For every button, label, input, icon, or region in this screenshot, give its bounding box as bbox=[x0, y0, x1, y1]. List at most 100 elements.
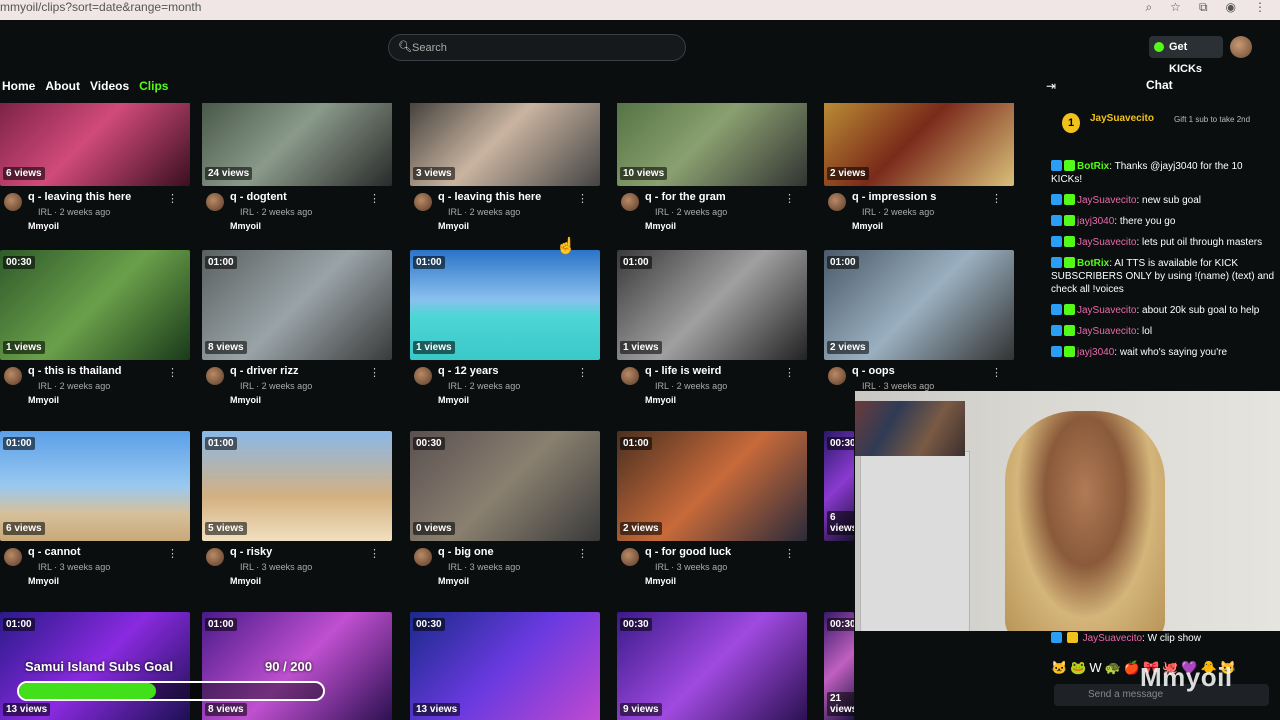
avatar[interactable] bbox=[828, 193, 846, 211]
clip-thumbnail[interactable]: 01:00 5 views bbox=[202, 431, 392, 541]
clip-title[interactable]: q - cannot bbox=[28, 546, 81, 558]
chat-username[interactable]: jayj3040 bbox=[1077, 347, 1114, 358]
clip-card[interactable]: 6 views q - leaving this here IRL · 2 week… bbox=[0, 103, 190, 236]
clip-author[interactable]: Mmyoil bbox=[438, 221, 469, 231]
avatar[interactable] bbox=[206, 367, 224, 385]
clip-thumbnail[interactable]: 01:00 2 views bbox=[824, 250, 1014, 360]
clip-card[interactable]: 01:00 1 views q - 12 years IRL · 2 weeks ag… bbox=[410, 250, 600, 410]
more-options-icon[interactable]: ⋮ bbox=[167, 192, 178, 205]
clip-card[interactable]: 3 views q - leaving this here IRL · 2 week… bbox=[410, 103, 600, 236]
more-options-icon[interactable]: ⋮ bbox=[369, 547, 380, 560]
clip-author[interactable]: Mmyoil bbox=[230, 395, 261, 405]
chat-username[interactable]: jayj3040 bbox=[1077, 216, 1114, 227]
avatar[interactable] bbox=[621, 548, 639, 566]
collapse-chat-icon[interactable]: ⇥ bbox=[1046, 79, 1056, 93]
clip-title[interactable]: q - for good luck bbox=[645, 546, 731, 558]
clip-thumbnail[interactable]: 24 views bbox=[202, 103, 392, 186]
avatar[interactable] bbox=[206, 193, 224, 211]
clip-card[interactable]: 00:30 13 views bbox=[410, 612, 600, 720]
clip-thumbnail[interactable]: 2 views bbox=[824, 103, 1014, 186]
gift-sub-text[interactable]: Gift 1 sub to take 2nd bbox=[1174, 115, 1254, 125]
clip-author[interactable]: Mmyoil bbox=[28, 221, 59, 231]
clip-card[interactable]: 01:00 2 views q - oops IRL · 3 weeks ago ⋮ bbox=[824, 250, 1014, 410]
clip-author[interactable]: Mmyoil bbox=[230, 221, 261, 231]
clip-thumbnail[interactable]: 00:30 6 views bbox=[824, 431, 854, 541]
avatar[interactable] bbox=[4, 367, 22, 385]
more-options-icon[interactable]: ⋮ bbox=[167, 366, 178, 379]
more-options-icon[interactable]: ⋮ bbox=[784, 366, 795, 379]
clip-card[interactable]: 00:30 21 views bbox=[824, 612, 854, 720]
clip-author[interactable]: Mmyoil bbox=[645, 395, 676, 405]
clip-card[interactable]: 01:00 6 views q - cannot IRL · 3 weeks ago M… bbox=[0, 431, 190, 591]
more-options-icon[interactable]: ⋮ bbox=[577, 192, 588, 205]
clip-title[interactable]: q - big one bbox=[438, 546, 494, 558]
clip-thumbnail[interactable]: 00:30 1 views bbox=[0, 250, 190, 360]
clip-thumbnail[interactable]: 00:30 13 views bbox=[410, 612, 600, 720]
more-options-icon[interactable]: ⋮ bbox=[167, 547, 178, 560]
avatar[interactable] bbox=[414, 193, 432, 211]
chat-username[interactable]: BotRix bbox=[1077, 258, 1109, 269]
clip-thumbnail[interactable]: 01:00 6 views bbox=[0, 431, 190, 541]
clip-title[interactable]: q - leaving this here bbox=[28, 191, 131, 203]
clip-card[interactable]: 00:30 6 views bbox=[824, 431, 854, 541]
clip-title[interactable]: q - for the gram bbox=[645, 191, 726, 203]
tab-home[interactable]: Home bbox=[2, 79, 35, 93]
tab-about[interactable]: About bbox=[45, 79, 80, 93]
clip-author[interactable]: Mmyoil bbox=[438, 576, 469, 586]
clip-thumbnail[interactable]: 01:00 1 views bbox=[410, 250, 600, 360]
clip-author[interactable]: Mmyoil bbox=[645, 221, 676, 231]
menu-icon[interactable]: ⋮ bbox=[1254, 0, 1266, 15]
avatar[interactable] bbox=[4, 193, 22, 211]
search-input[interactable]: 🔍︎ Search bbox=[388, 34, 686, 61]
clip-card[interactable]: 01:00 2 views q - for good luck IRL · 3 wee… bbox=[617, 431, 807, 591]
more-options-icon[interactable]: ⋮ bbox=[991, 366, 1002, 379]
more-options-icon[interactable]: ⋮ bbox=[784, 547, 795, 560]
get-kicks-button[interactable]: Get KICKs bbox=[1149, 36, 1223, 75]
clip-title[interactable]: q - this is thailand bbox=[28, 365, 122, 377]
clip-title[interactable]: q - oops bbox=[852, 365, 895, 377]
chat-username[interactable]: JaySuavecito bbox=[1077, 195, 1136, 206]
chat-username[interactable]: JaySuavecito bbox=[1083, 633, 1142, 644]
avatar[interactable] bbox=[414, 367, 432, 385]
chat-username[interactable]: JaySuavecito bbox=[1077, 305, 1136, 316]
clip-card[interactable]: 00:30 0 views q - big one IRL · 3 weeks ago… bbox=[410, 431, 600, 591]
clip-author[interactable]: Mmyoil bbox=[230, 576, 261, 586]
more-options-icon[interactable]: ⋮ bbox=[369, 192, 380, 205]
clip-thumbnail[interactable]: 00:30 0 views bbox=[410, 431, 600, 541]
clip-title[interactable]: q - leaving this here bbox=[438, 191, 541, 203]
avatar[interactable] bbox=[4, 548, 22, 566]
avatar[interactable] bbox=[206, 548, 224, 566]
chat-username[interactable]: JaySuavecito bbox=[1077, 326, 1136, 337]
clip-author[interactable]: Mmyoil bbox=[645, 576, 676, 586]
clip-card[interactable]: 01:00 5 views q - risky IRL · 3 weeks ago Mm… bbox=[202, 431, 392, 591]
url-text[interactable]: mmyoil/clips?sort=date&range=month bbox=[0, 0, 201, 14]
clip-card[interactable]: 01:00 1 views q - life is weird IRL · 2 wee… bbox=[617, 250, 807, 410]
avatar[interactable] bbox=[1230, 36, 1252, 58]
clip-thumbnail[interactable]: 01:00 1 views bbox=[617, 250, 807, 360]
avatar[interactable] bbox=[828, 367, 846, 385]
clip-thumbnail[interactable]: 00:30 21 views bbox=[824, 612, 854, 720]
extension-icon[interactable]: ⧉ bbox=[1199, 0, 1208, 15]
avatar[interactable] bbox=[621, 193, 639, 211]
more-options-icon[interactable]: ⋮ bbox=[577, 366, 588, 379]
chat-username[interactable]: BotRix bbox=[1077, 161, 1109, 172]
clip-author[interactable]: Mmyoil bbox=[28, 395, 59, 405]
clip-author[interactable]: Mmyoil bbox=[852, 221, 883, 231]
clip-card[interactable]: 10 views q - for the gram IRL · 2 weeks ag… bbox=[617, 103, 807, 236]
tab-videos[interactable]: Videos bbox=[90, 79, 129, 93]
clip-thumbnail[interactable]: 01:00 8 views bbox=[202, 250, 392, 360]
clip-title[interactable]: q - life is weird bbox=[645, 365, 721, 377]
clip-title[interactable]: q - impression s bbox=[852, 191, 936, 203]
profile-icon[interactable]: ◉ bbox=[1226, 0, 1236, 15]
clip-thumbnail[interactable]: 00:30 9 views bbox=[617, 612, 807, 720]
clip-author[interactable]: Mmyoil bbox=[28, 576, 59, 586]
clip-thumbnail[interactable]: 10 views bbox=[617, 103, 807, 186]
star-icon[interactable]: ☆ bbox=[1170, 0, 1181, 15]
more-options-icon[interactable]: ⋮ bbox=[369, 366, 380, 379]
zoom-icon[interactable]: ⌕ bbox=[1145, 0, 1152, 15]
clip-card[interactable]: 00:30 1 views q - this is thailand IRL · 2 … bbox=[0, 250, 190, 410]
more-options-icon[interactable]: ⋮ bbox=[991, 192, 1002, 205]
clip-card[interactable]: 24 views q - dogtent IRL · 2 weeks ago Mmyo… bbox=[202, 103, 392, 236]
clip-thumbnail[interactable]: 01:00 2 views bbox=[617, 431, 807, 541]
clip-title[interactable]: q - 12 years bbox=[438, 365, 499, 377]
